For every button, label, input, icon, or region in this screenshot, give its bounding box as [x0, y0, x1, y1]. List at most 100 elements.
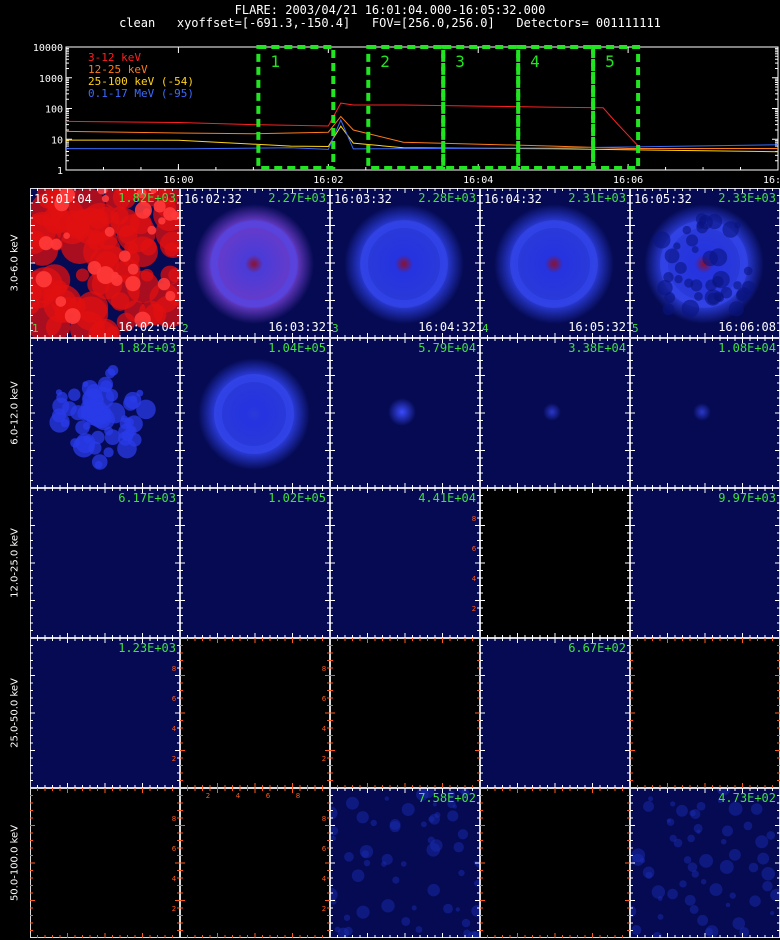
source-image: [49, 365, 156, 470]
energy-row-label-text: 6.0-12.0 keV: [9, 381, 21, 445]
image-cell: 7.58E+02: [330, 788, 480, 938]
interval-index-label: 4: [482, 322, 489, 335]
start-time-label: 16:01:04: [34, 192, 92, 206]
peak-flux-label: 2.28E+03: [418, 191, 476, 205]
image-cell: 6.67E+02: [480, 638, 630, 788]
image-cell: 2.28E+03 16:03:32 16:04:32 3: [330, 188, 480, 338]
end-time-label: 16:03:32: [268, 320, 326, 334]
start-time-label: 16:05:32: [634, 192, 692, 206]
source-image: [693, 403, 711, 421]
source-image: [630, 788, 780, 938]
image-cell: [180, 788, 330, 938]
image-cell: 4.73E+02: [630, 788, 780, 938]
peak-flux-label: 1.82E+03: [118, 191, 176, 205]
image-cell: 5.79E+04: [330, 338, 480, 488]
source-image: [644, 204, 764, 324]
source-image: [494, 204, 614, 324]
energy-row-label-text: 50.0-100.0 keV: [9, 824, 21, 902]
y-tick-label: 10: [51, 135, 63, 146]
legend-entry: 0.1-17 MeV (-95): [88, 87, 194, 100]
lightcurve-plot: 10000 1000 100 10 1 16:00 16:02 16:04 16:06 16:08…: [33, 43, 780, 186]
series-line: [65, 115, 778, 149]
image-cell: 4.41E+04: [330, 488, 480, 638]
peak-flux-label: 5.79E+04: [418, 341, 476, 355]
x-tick-label: 16:06: [613, 175, 643, 186]
peak-flux-label: 1.02E+05: [268, 491, 326, 505]
peak-flux-label: 2.33E+03: [718, 191, 776, 205]
image-cell: [180, 638, 330, 788]
x-tick-label: 16:02: [313, 175, 343, 186]
image-cell: 1.23E+03: [30, 638, 180, 788]
image-cell: 2.27E+03 16:02:32 16:03:32 2: [180, 188, 330, 338]
start-time-label: 16:03:32: [334, 192, 392, 206]
energy-row-label: 50.0-100.0 keV: [0, 788, 30, 938]
end-time-label: 16:06:08: [718, 320, 776, 334]
peak-flux-label: 1.23E+03: [118, 641, 176, 655]
y-tick-label: 10000: [33, 43, 63, 54]
end-time-label: 16:05:32: [568, 320, 626, 334]
interval-number: 2: [380, 52, 390, 71]
image-cell: [330, 638, 480, 788]
image-cell: 1.82E+03 16:01:04 16:02:04 1: [30, 188, 180, 338]
interval-index-label: 3: [332, 322, 339, 335]
peak-flux-label: 2.27E+03: [268, 191, 326, 205]
image-cell: [30, 788, 180, 938]
image-cell: 9.97E+03: [630, 488, 780, 638]
interval-index-label: 5: [632, 322, 639, 335]
image-cell: 1.04E+05: [180, 338, 330, 488]
end-time-label: 16:04:32: [418, 320, 476, 334]
energy-row-label: 25.0-50.0 keV: [0, 638, 30, 788]
image-cell: 2.31E+03 16:04:32 16:05:32 4: [480, 188, 630, 338]
energy-row-label: 12.0-25.0 keV: [0, 488, 30, 638]
energy-row-label-text: 25.0-50.0 keV: [9, 678, 21, 748]
peak-flux-label: 9.97E+03: [718, 491, 776, 505]
source-image: [543, 403, 561, 421]
source-image: [344, 204, 464, 324]
peak-flux-label: 6.17E+03: [118, 491, 176, 505]
interval-number: 4: [530, 52, 540, 71]
start-time-label: 16:04:32: [484, 192, 542, 206]
peak-flux-label: 7.58E+02: [418, 791, 476, 805]
x-tick-label: 16:00: [163, 175, 193, 186]
peak-flux-label: 4.41E+04: [418, 491, 476, 505]
peak-flux-label: 6.67E+02: [568, 641, 626, 655]
interval-number: 3: [455, 52, 465, 71]
end-time-label: 16:02:04: [118, 320, 176, 334]
series-line: [65, 102, 778, 149]
series-line: [65, 125, 779, 153]
image-cell: [480, 488, 630, 638]
energy-row-label-text: 12.0-25.0 keV: [9, 528, 21, 598]
y-tick-label: 1: [57, 166, 63, 177]
image-cell: 2.33E+03 16:05:32 16:06:08 5: [630, 188, 780, 338]
energy-row-label: 6.0-12.0 keV: [0, 338, 30, 488]
x-tick-label: 16:04: [463, 175, 493, 186]
peak-flux-label: 1.08E+04: [718, 341, 776, 355]
peak-flux-label: 3.38E+04: [568, 341, 626, 355]
energy-row-label-text: 3.0-6.0 keV: [9, 234, 21, 292]
series-line: [65, 118, 779, 150]
interval-number: 1: [270, 52, 280, 71]
peak-flux-label: 4.73E+02: [718, 791, 776, 805]
y-tick-label: 1000: [39, 74, 63, 85]
interval-number: 5: [605, 52, 615, 71]
interval-index-label: 2: [182, 322, 189, 335]
image-cell: [630, 638, 780, 788]
plot-frame: [65, 46, 779, 171]
image-cell: 1.02E+05: [180, 488, 330, 638]
source-image: [330, 788, 480, 938]
peak-flux-label: 1.04E+05: [268, 341, 326, 355]
image-cell: [480, 788, 630, 938]
energy-row-label: 3.0-6.0 keV: [0, 188, 30, 338]
image-cell: 6.17E+03: [30, 488, 180, 638]
peak-flux-label: 1.82E+03: [118, 341, 176, 355]
y-tick-label: 100: [45, 105, 63, 116]
start-time-label: 16:02:32: [184, 192, 242, 206]
source-image: [30, 188, 180, 338]
source-image: [198, 358, 310, 470]
source-image: [194, 204, 314, 324]
x-tick-label: 16:08: [763, 175, 780, 186]
interval-index-label: 1: [32, 322, 39, 335]
image-cell: 1.08E+04: [630, 338, 780, 488]
peak-flux-label: 2.31E+03: [568, 191, 626, 205]
image-cell: 3.38E+04: [480, 338, 630, 488]
